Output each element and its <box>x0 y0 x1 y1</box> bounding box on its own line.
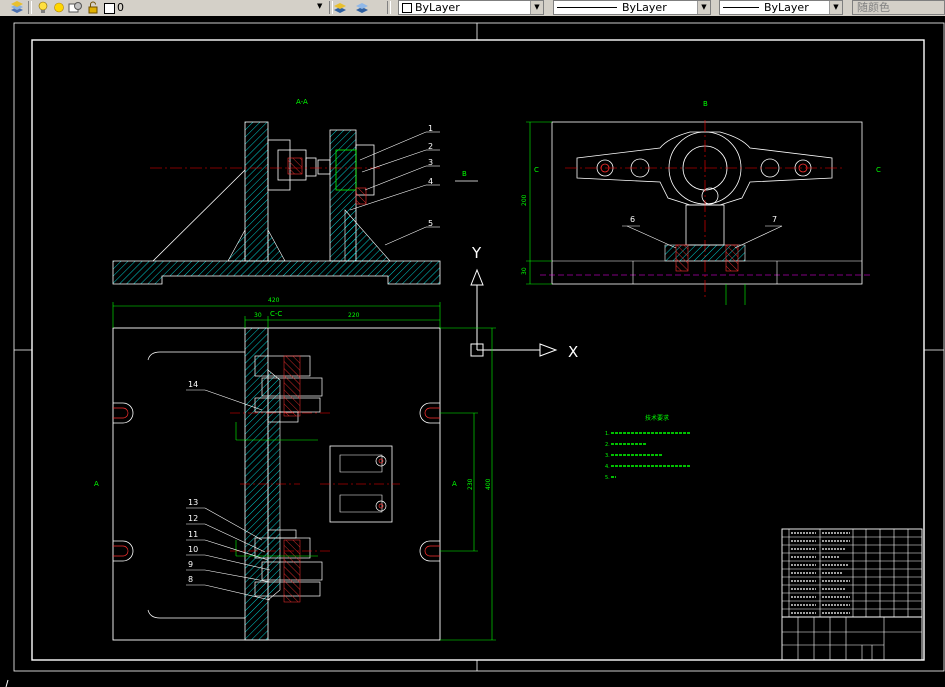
balloon-11: 11 <box>188 530 198 539</box>
tech-title: 技术要求 <box>645 414 669 422</box>
color-swatch <box>402 3 412 13</box>
balloon-6: 6 <box>630 215 635 224</box>
section-c-left: C <box>534 166 539 174</box>
tech-note-3: 3. <box>605 453 610 459</box>
linetype-value: ByLayer <box>622 1 667 14</box>
balloon-12: 12 <box>188 514 198 523</box>
dim-30-b: 30 <box>521 267 528 275</box>
balloon-10: 10 <box>188 545 198 554</box>
arrow-b-label: B <box>462 170 467 178</box>
balloon-4: 4 <box>428 177 433 186</box>
balloon-3: 3 <box>428 158 433 167</box>
properties-toolbar: 0 ▼ ByLayer ▼ ByLayer ▼ ByLayer ▼ 随颜色 <box>0 0 945 17</box>
color-value: ByLayer <box>415 1 460 14</box>
lineweight-sample <box>723 7 759 8</box>
dim-400: 400 <box>485 478 492 490</box>
view-aa-title: A-A <box>296 98 308 106</box>
view-cc-title: C-C <box>270 310 282 318</box>
tech-note-4: 4. <box>605 464 610 470</box>
layer-lock-icon[interactable] <box>86 1 100 14</box>
linetype-control-dropdown[interactable]: ByLayer ▼ <box>553 0 711 15</box>
tech-note-1: 1. <box>605 431 610 437</box>
balloon-2: 2 <box>428 142 433 151</box>
balloon-1: 1 <box>428 124 433 133</box>
layer-viewport-freeze-icon[interactable] <box>68 1 82 14</box>
lineweight-value: ByLayer <box>764 1 809 14</box>
layer-name: 0 <box>117 1 124 14</box>
layer-color-swatch <box>104 3 115 14</box>
dim-220: 220 <box>348 312 360 319</box>
layer-manager-icon[interactable] <box>10 1 24 14</box>
balloon-14: 14 <box>188 380 198 389</box>
dim-200: 200 <box>521 194 528 206</box>
layer-freeze-sun-icon[interactable] <box>52 1 66 14</box>
dim-30: 30 <box>254 312 262 319</box>
chevron-down-icon: ▼ <box>697 1 710 14</box>
drawing-canvas[interactable]: A-A 1 2 3 4 5 B B 200 30 C C 6 7 Y X C-C… <box>0 16 945 687</box>
chevron-down-icon: ▼ <box>530 1 543 14</box>
chevron-down-icon: ▼ <box>829 1 842 14</box>
view-b-title: B <box>703 100 708 108</box>
balloon-8: 8 <box>188 575 193 584</box>
balloon-13: 13 <box>188 498 198 507</box>
make-object-layer-current-icon[interactable] <box>333 1 347 14</box>
tech-note-5: 5. <box>605 475 610 481</box>
balloon-9: 9 <box>188 560 193 569</box>
lineweight-control-dropdown[interactable]: ByLayer ▼ <box>719 0 843 15</box>
color-control-dropdown[interactable]: ByLayer ▼ <box>398 0 544 15</box>
section-a-left: A <box>94 480 99 488</box>
balloon-5: 5 <box>428 219 433 228</box>
layer-dropdown-arrow[interactable]: ▼ <box>317 2 322 10</box>
plotstyle-control-dropdown[interactable]: 随颜色 <box>852 0 945 15</box>
linetype-sample <box>557 7 617 8</box>
section-a-right: A <box>452 480 457 488</box>
ucs-x-label: X <box>568 343 578 361</box>
ucs-y-label: Y <box>471 244 482 262</box>
dim-420: 420 <box>268 297 280 304</box>
layer-previous-icon[interactable] <box>355 1 369 14</box>
plotstyle-value: 随颜色 <box>857 1 890 14</box>
tech-note-2: 2. <box>605 442 610 448</box>
layer-on-bulb-icon[interactable] <box>36 1 50 14</box>
balloon-7: 7 <box>772 215 777 224</box>
section-c-right: C <box>876 166 881 174</box>
dim-230: 230 <box>467 478 474 490</box>
